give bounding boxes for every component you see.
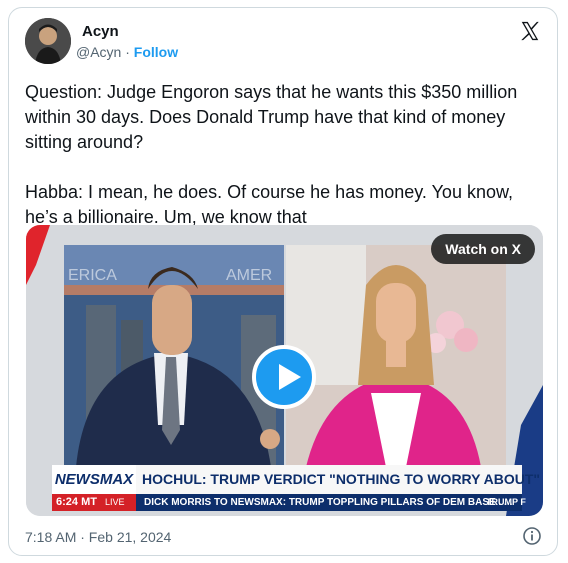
author-handle-row: @Acyn · Follow <box>76 44 178 60</box>
avatar-image <box>25 18 71 64</box>
lower-third-headline-bar: NEWSMAX HOCHUL: TRUMP VERDICT "NOTHING T… <box>52 465 543 494</box>
network-logo: NEWSMAX <box>52 465 136 494</box>
video-player[interactable]: ERICA AMER Watch on X NEWSMAX HOCHUL: TR… <box>26 225 543 516</box>
broadcast-ticker: DICK MORRIS TO NEWSMAX: TRUMP TOPPLING P… <box>144 497 513 508</box>
tweet-timestamp[interactable]: 7:18 AM · Feb 21, 2024 <box>25 529 171 545</box>
author-handle[interactable]: @Acyn <box>76 44 121 60</box>
play-icon[interactable] <box>252 345 316 409</box>
live-badge: LIVE <box>104 497 125 507</box>
broadcast-headline: HOCHUL: TRUMP VERDICT "NOTHING TO WORRY … <box>142 471 543 487</box>
broadcast-clock: 6:24 MT <box>56 496 97 508</box>
watch-on-x-button[interactable]: Watch on X <box>431 234 535 264</box>
backdrop-text-right: AMER <box>226 267 272 284</box>
follow-button[interactable]: Follow <box>134 44 178 60</box>
avatar[interactable] <box>25 18 71 64</box>
separator: · <box>125 44 130 60</box>
x-logo-icon[interactable] <box>519 20 541 42</box>
tweet-text: Question: Judge Engoron says that he wan… <box>25 82 518 227</box>
backdrop-text-left: ERICA <box>68 267 117 284</box>
author-name[interactable]: Acyn <box>82 23 119 40</box>
broadcast-ticker-next: TRUMP F <box>486 497 526 507</box>
news-lower-third: NEWSMAX HOCHUL: TRUMP VERDICT "NOTHING T… <box>52 465 543 511</box>
broadcast-time: 6:24 MT LIVE <box>52 494 136 511</box>
lower-third-ticker-bar: 6:24 MT LIVE DICK MORRIS TO NEWSMAX: TRUM… <box>52 494 526 511</box>
tweet-card: Acyn @Acyn · Follow Question: Judge Engo… <box>8 7 558 556</box>
info-icon[interactable] <box>522 526 542 546</box>
